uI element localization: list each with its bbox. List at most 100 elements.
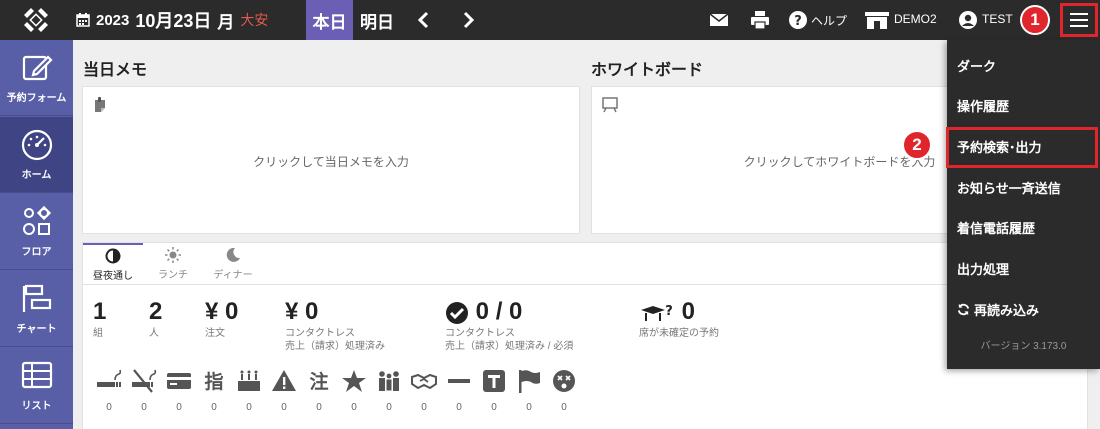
sidebar-item-label: フロア <box>21 247 52 258</box>
chevron-right-icon[interactable] <box>458 10 478 30</box>
stat-label: 組 <box>93 328 103 339</box>
handshake-icon <box>411 373 437 390</box>
store-label[interactable]: DEMO2 <box>894 12 937 26</box>
icon-count: 0 <box>386 402 392 413</box>
edit-icon <box>22 55 53 81</box>
tomorrow-button[interactable]: 明日 <box>356 0 398 40</box>
menu-item-output-processing[interactable]: 出力処理 <box>957 259 1009 278</box>
menu-item-broadcast-notice[interactable]: お知らせ一斉送信 <box>957 178 1061 197</box>
stat-value-row: ? 0 <box>639 299 719 325</box>
memo-placeholder: クリックして当日メモを入力 <box>253 155 409 169</box>
stat-value: 0 <box>681 298 696 325</box>
menu-item-reload[interactable]: 再読み込み <box>957 300 1039 319</box>
store-icon[interactable] <box>864 10 890 30</box>
help-label[interactable]: ヘルプ <box>811 12 847 29</box>
check-circle-icon <box>446 301 468 324</box>
icon-count: 0 <box>141 402 147 413</box>
svg-text:?: ? <box>794 14 802 29</box>
stats-panel: 昼夜通し ランチ ディナー 1 組 2 人 ¥ 0 注文 ¥ 0 コンタクトレス… <box>82 242 1088 429</box>
menu-item-incoming-call-history[interactable]: 着信電話履歴 <box>957 218 1035 237</box>
dizzy-face-icon <box>553 370 575 392</box>
sidebar-item-home[interactable]: ホーム <box>0 117 73 193</box>
user-icon[interactable] <box>958 10 978 30</box>
memo-card[interactable]: クリックして当日メモを入力 <box>82 86 580 234</box>
calendar-icon <box>76 13 90 27</box>
stat-label: 売上（請求）処理済み <box>285 341 385 352</box>
sidebar-item-label: チャート <box>16 324 57 335</box>
sun-icon <box>165 246 181 263</box>
sidebar-item-reservation-form[interactable]: 予約フォーム <box>0 40 73 116</box>
list-icon <box>21 361 52 389</box>
stat-value: 2 <box>149 298 163 325</box>
minus-icon <box>448 379 470 383</box>
stat-people: 2 人 <box>149 299 162 340</box>
user-label[interactable]: TEST <box>982 12 1013 26</box>
date-day-of-week: 月 <box>217 12 235 32</box>
sidebar-item-floor[interactable]: フロア <box>0 194 73 270</box>
icon-count: 0 <box>526 402 532 413</box>
stat-label: コンタクトレス <box>445 328 515 339</box>
version-label: バージョン 3.173.0 <box>980 341 1067 352</box>
app-logo-icon[interactable] <box>22 6 50 34</box>
menu-item-operation-history[interactable]: 操作履歴 <box>957 96 1009 115</box>
icon-count: 0 <box>211 402 217 413</box>
step-badge-2: 2 <box>902 130 932 160</box>
date-year: 2023 <box>96 11 130 29</box>
whiteboard-icon <box>602 97 618 113</box>
hamburger-icon <box>1070 13 1088 27</box>
stat-value: ¥ 0 <box>205 298 239 325</box>
mail-icon[interactable] <box>709 10 729 30</box>
tab-label: ランチ <box>158 269 188 281</box>
credit-card-icon <box>167 373 191 389</box>
today-button[interactable]: 本日 <box>306 0 353 40</box>
highlight-box <box>946 127 1098 168</box>
date-display[interactable]: 2023 10月23日 月 大安 <box>76 9 269 32</box>
help-icon[interactable]: ? <box>788 10 808 30</box>
sidebar-item-list[interactable]: リスト <box>0 348 73 424</box>
sidebar-item-label: ホーム <box>21 170 52 181</box>
memo-icon <box>95 97 105 112</box>
sidebar-item-label: 予約フォーム <box>6 93 67 104</box>
top-bar: 2023 10月23日 月 大安 本日 明日 ? ヘルプ DEMO2 TEST … <box>0 0 1100 40</box>
stat-label: 席が未確定の予約 <box>639 328 719 339</box>
stat-label: 人 <box>149 328 159 339</box>
tab-lunch[interactable]: ランチ <box>143 243 203 284</box>
icon-count: 0 <box>421 402 427 413</box>
no-smoking-icon <box>132 369 157 393</box>
tab-label: ディナー <box>213 269 253 281</box>
date-rokuyo: 大安 <box>240 12 269 28</box>
tab-all-day[interactable]: 昼夜通し <box>83 243 143 284</box>
sidebar-item-chart[interactable]: チャート <box>0 271 73 347</box>
stat-value-row: 0 / 0 <box>445 299 573 325</box>
menu-item-dark[interactable]: ダーク <box>957 56 996 75</box>
svg-text:注: 注 <box>309 370 328 393</box>
date-month-day: 10月23日 <box>135 11 212 31</box>
icon-count: 0 <box>491 402 497 413</box>
birthday-cake-icon <box>238 370 260 391</box>
menu-item-label: 再読み込み <box>974 303 1040 318</box>
icon-count: 0 <box>106 402 112 413</box>
tab-dinner[interactable]: ディナー <box>203 243 263 284</box>
icon-count: 0 <box>246 402 252 413</box>
warning-icon <box>272 370 296 391</box>
moon-icon <box>226 247 240 262</box>
tab-label: 昼夜通し <box>93 270 133 282</box>
flag-icon <box>519 370 540 393</box>
stat-contactless-required: 0 / 0 コンタクトレス 売上（請求）処理済み / 必須 <box>445 299 573 353</box>
stat-label: 売上（請求）処理済み / 必須 <box>445 341 574 352</box>
floor-icon <box>22 205 51 235</box>
menu-button[interactable] <box>1060 3 1098 37</box>
stat-orders: ¥ 0 注文 <box>205 299 238 340</box>
chevron-left-icon[interactable] <box>414 10 434 30</box>
icon-count: 0 <box>351 402 357 413</box>
stat-contactless: ¥ 0 コンタクトレス 売上（請求）処理済み <box>285 299 385 353</box>
tag-t-icon <box>483 370 505 392</box>
star-icon <box>342 370 366 392</box>
sidebar: 予約フォーム ホーム フロア チャート リスト <box>0 40 73 429</box>
icon-count: 0 <box>316 402 322 413</box>
icon-count: 0 <box>456 402 462 413</box>
step-badge-1: 1 <box>1020 5 1050 35</box>
caution-icon: 注 <box>309 370 328 393</box>
designated-icon: 指 <box>204 371 223 393</box>
print-icon[interactable] <box>750 10 770 30</box>
